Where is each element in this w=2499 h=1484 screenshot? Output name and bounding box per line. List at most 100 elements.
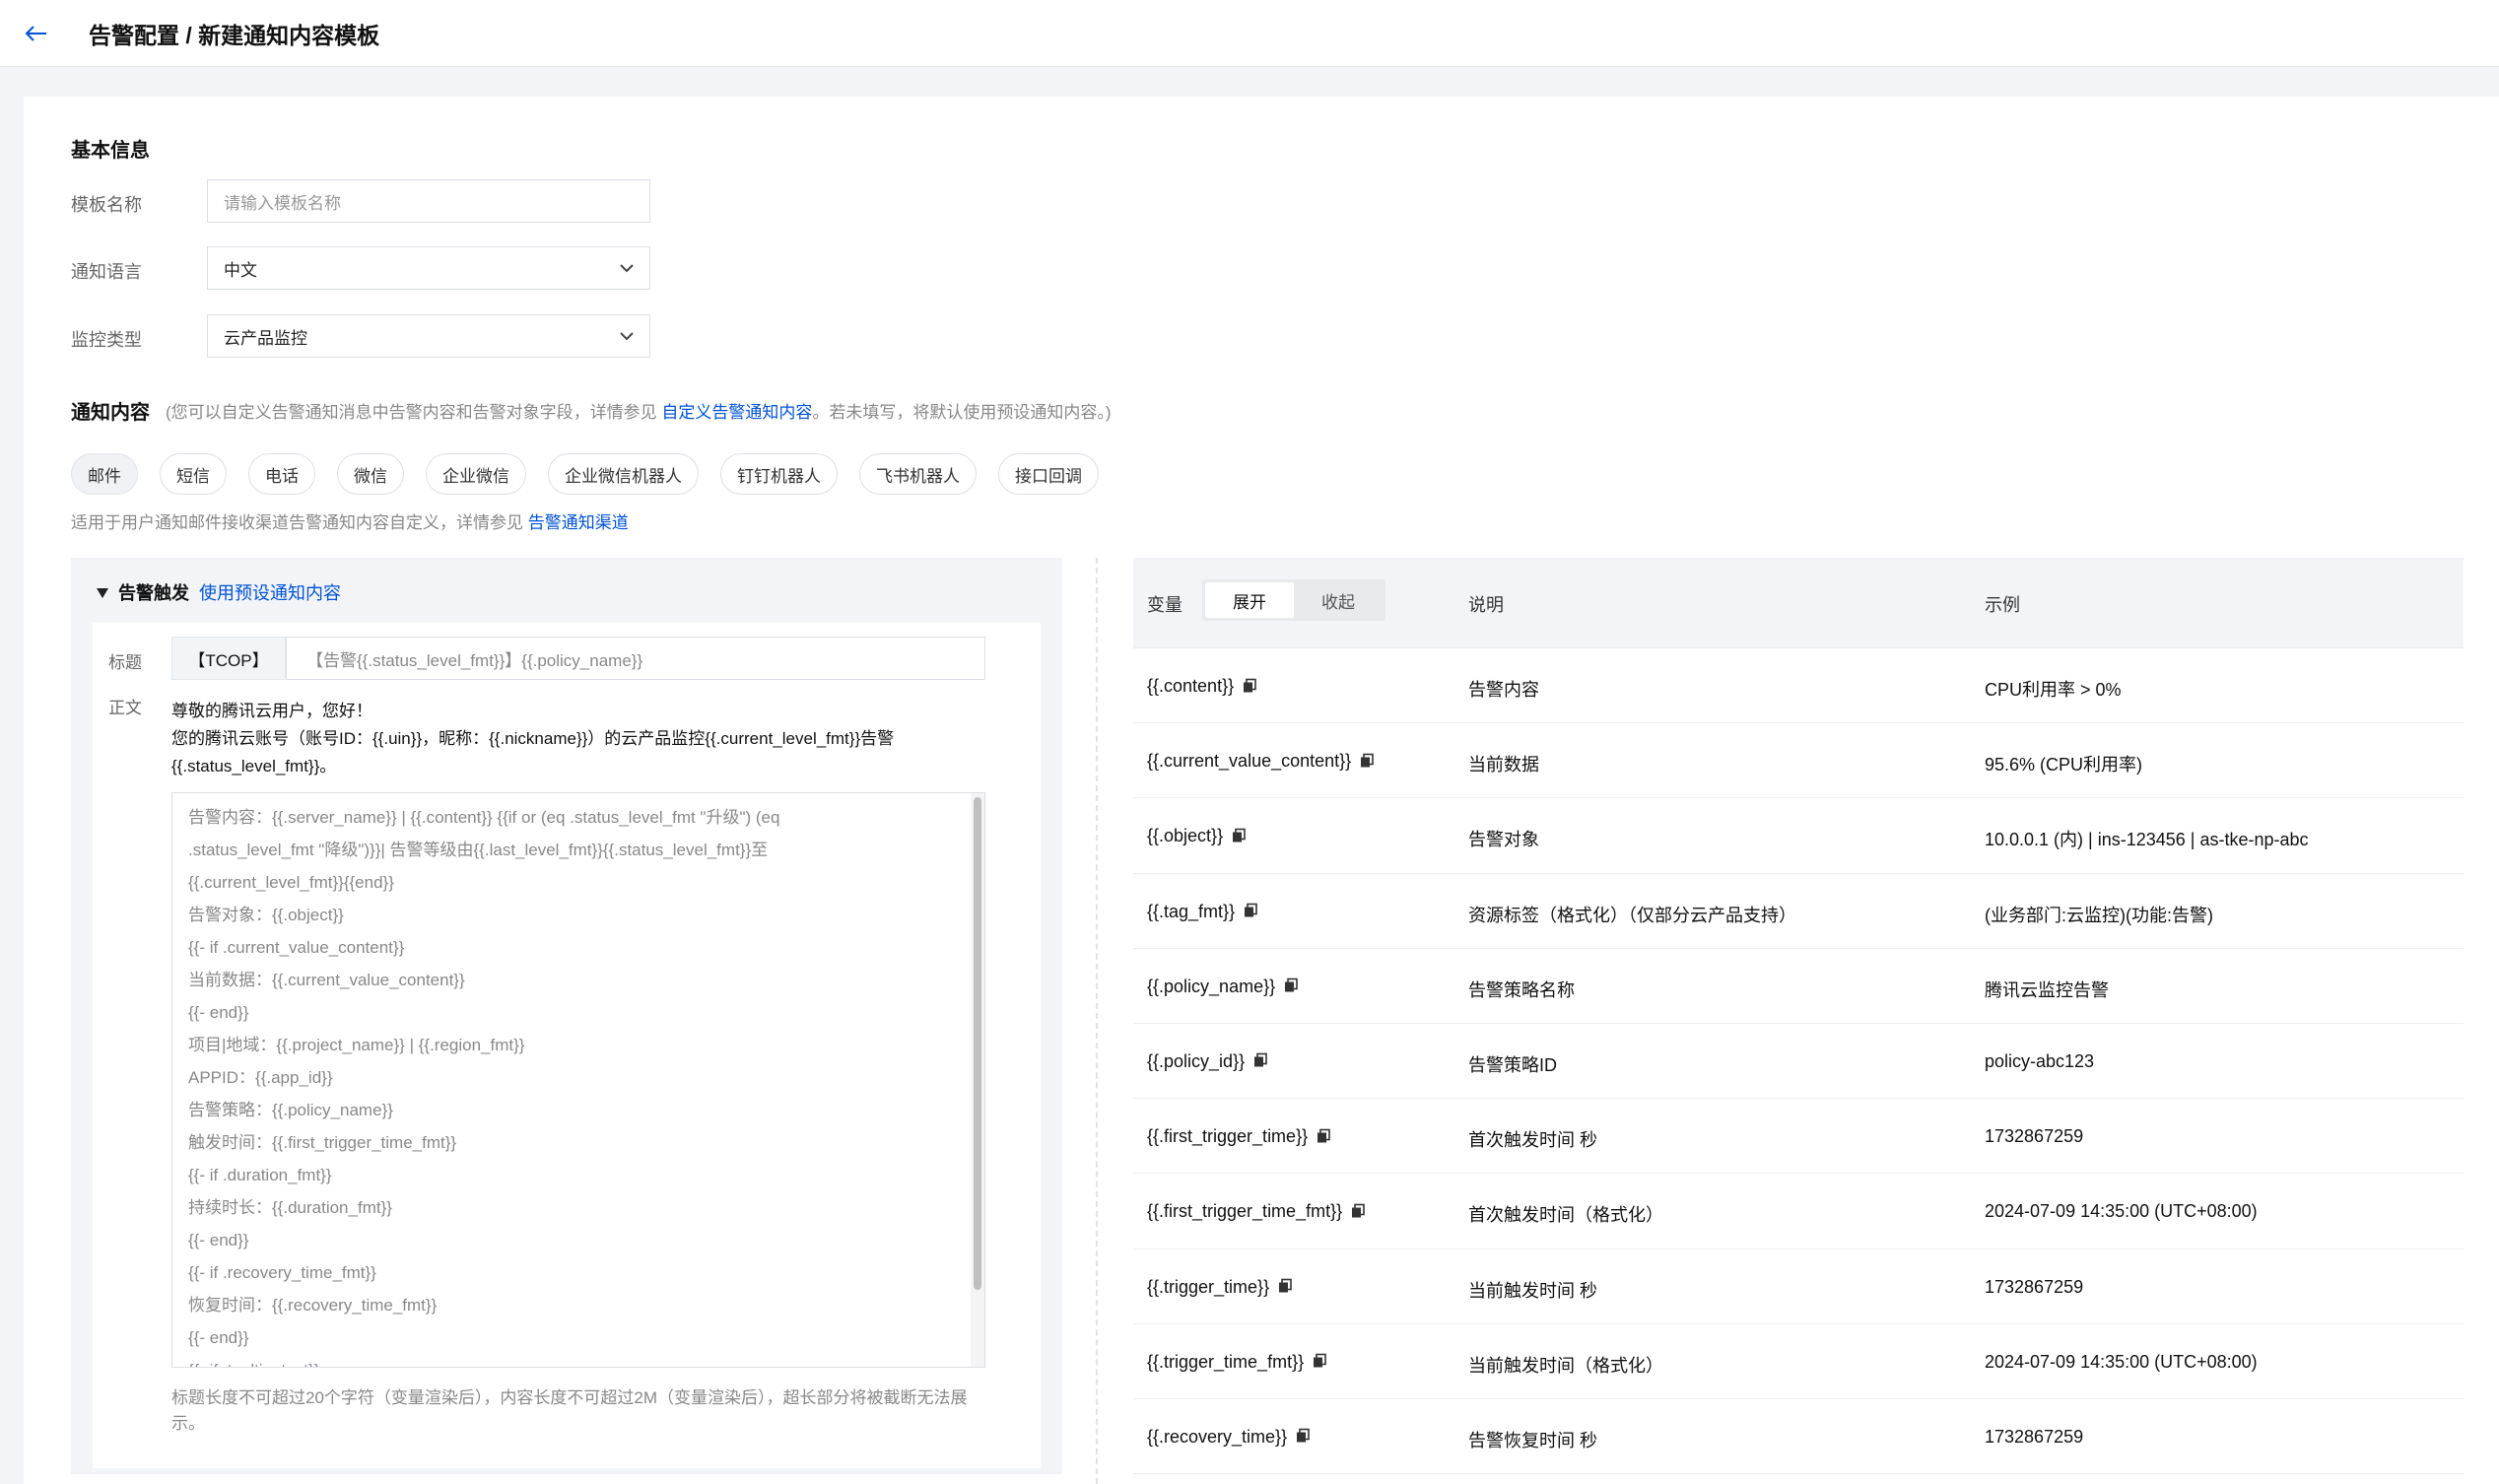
copy-icon[interactable]: [1252, 1052, 1270, 1070]
body-line: {{- end}}: [188, 1231, 249, 1249]
greeting-line: 尊敬的腾讯云用户，您好！: [171, 702, 372, 720]
account-line: 您的腾讯云账号（账号ID：{{.uin}}，昵称：{{.nickname}}）的…: [171, 729, 895, 776]
variable-cell: {{.policy_id}}: [1147, 1051, 1270, 1072]
body-line: {{- if .recovery_time_fmt}}: [188, 1263, 376, 1282]
variable-cell: {{.object}}: [1147, 826, 1249, 846]
variable-example: 1732867259: [1985, 1426, 2084, 1447]
tab-dingtalk-bot[interactable]: 钉钉机器人: [720, 453, 838, 495]
tab-feishu-bot[interactable]: 飞书机器人: [859, 453, 977, 495]
copy-icon[interactable]: [1350, 1203, 1368, 1221]
body-line: {{- if .duration_fmt}}: [188, 1166, 332, 1184]
notify-channel-link[interactable]: 告警通知渠道: [528, 513, 629, 532]
custom-notify-link[interactable]: 自定义告警通知内容: [661, 403, 812, 422]
body-label: 正文: [108, 699, 142, 717]
variable-description: 告警策略名称: [1468, 979, 1575, 1000]
variable-description: 当前触发时间 秒: [1468, 1280, 1598, 1301]
variable-description: 资源标签（格式化）（仅部分云产品支持）: [1468, 905, 1796, 925]
tab-sms[interactable]: 短信: [160, 453, 227, 495]
scrollbar[interactable]: [971, 793, 984, 1367]
language-label: 通知语言: [71, 262, 142, 282]
expand-button[interactable]: 展开: [1205, 582, 1294, 618]
desc-suffix: 。若未填写，将默认使用预设通知内容。): [812, 403, 1112, 422]
copy-icon[interactable]: [1295, 1428, 1313, 1446]
copy-icon[interactable]: [1242, 678, 1259, 696]
variable-description: 告警策略ID: [1468, 1054, 1557, 1075]
variable-description: 首次触发时间（格式化）: [1468, 1205, 1663, 1226]
title-input[interactable]: 【告警{{.status_level_fmt}}】{{.policy_name}…: [286, 637, 985, 680]
template-name-input[interactable]: 请输入模板名称: [207, 179, 650, 223]
body-line: 告警内容：{{.server_name}} | {{.content}} {{i…: [188, 808, 780, 827]
copy-icon[interactable]: [1283, 978, 1301, 995]
tab-phone[interactable]: 电话: [248, 453, 315, 495]
body-line: 恢复时间：{{.recovery_time_fmt}}: [188, 1296, 438, 1315]
body-line: {{- end}}: [188, 1003, 249, 1022]
table-row: {{.first_trigger_time_fmt}} 首次触发时间（格式化） 20…: [1133, 1174, 2464, 1249]
variable-cell: {{.policy_name}}: [1147, 977, 1301, 997]
notify-description: (您可以自定义告警通知消息中告警内容和告警对象字段，详情参见 自定义告警通知内容…: [166, 398, 1112, 423]
back-arrow-icon[interactable]: [20, 17, 53, 50]
variable-cell: {{.current_value_content}}: [1147, 751, 1377, 772]
variable-name: {{.tag_fmt}}: [1147, 901, 1236, 921]
monitor-type-select[interactable]: 云产品监控: [207, 314, 650, 358]
tab-wechat[interactable]: 微信: [337, 453, 404, 495]
variable-description: 当前数据: [1468, 755, 1539, 776]
variable-cell: {{.recovery_time}}: [1147, 1427, 1313, 1448]
body-line: 触发时间：{{.first_trigger_time_fmt}}: [188, 1133, 457, 1152]
body-line: 项目|地域：{{.project_name}} | {{.region_fmt}…: [188, 1036, 525, 1054]
variable-example: policy-abc123: [1985, 1050, 2095, 1071]
top-bar: 告警配置 / 新建通知内容模板: [0, 0, 2499, 67]
table-row: {{.policy_name}} 告警策略名称 腾讯云监控告警: [1133, 949, 2464, 1024]
table-row: {{.object}} 告警对象 10.0.0.1 (内) | ins-123456…: [1133, 798, 2464, 874]
variable-example: 10.0.0.1 (内) | ins-123456 | as-tke-np-ab…: [1985, 830, 2309, 850]
variable-example: 腾讯云监控告警: [1985, 979, 2109, 1000]
notify-content-title: 通知内容: [71, 402, 150, 424]
tab-wecom-bot[interactable]: 企业微信机器人: [548, 453, 699, 495]
body-line: .status_level_fmt "降级")}}| 告警等级由{{.last_…: [188, 841, 769, 859]
desc-prefix: (您可以自定义告警通知消息中告警内容和告警对象字段，详情参见: [166, 403, 662, 422]
dashed-divider: [1096, 558, 1098, 1484]
copy-icon[interactable]: [1231, 828, 1249, 845]
editor-box: 标题 【TCOP】 【告警{{.status_level_fmt}}】{{.po…: [93, 623, 1041, 1468]
language-value: 中文: [224, 260, 257, 280]
monitor-type-value: 云产品监控: [224, 328, 307, 348]
tab-email[interactable]: 邮件: [71, 453, 138, 495]
caret-down-icon[interactable]: [97, 582, 108, 603]
copy-icon[interactable]: [1316, 1128, 1333, 1146]
col-example: 示例: [1985, 595, 2020, 615]
collapse-button[interactable]: 收起: [1294, 582, 1383, 618]
title-prefix: 【TCOP】: [171, 637, 286, 680]
table-row: {{.recovery_time}} 告警恢复时间 秒 1732867259: [1133, 1399, 2464, 1475]
body-line: 告警策略：{{.policy_name}}: [188, 1101, 393, 1119]
variable-example: CPU利用率 > 0%: [1985, 680, 2122, 700]
tab-wecom[interactable]: 企业微信: [426, 453, 526, 495]
hint-prefix: 适用于用户通知邮件接收渠道告警通知内容自定义，详情参见: [71, 513, 528, 532]
variable-name: {{.current_value_content}}: [1147, 751, 1352, 772]
body-line: 告警对象：{{.object}}: [188, 906, 344, 924]
variable-cell: {{.tag_fmt}}: [1147, 902, 1260, 922]
length-hint: 标题长度不可超过20个字符（变量渲染后），内容长度不可超过2M（变量渲染后），超…: [171, 1388, 968, 1433]
variable-description: 当前触发时间（格式化）: [1468, 1355, 1663, 1376]
language-select[interactable]: 中文: [207, 246, 650, 290]
variable-name: {{.first_trigger_time}}: [1147, 1126, 1309, 1147]
use-preset-link[interactable]: 使用预设通知内容: [199, 579, 341, 605]
variable-description: 告警内容: [1468, 680, 1539, 700]
copy-icon[interactable]: [1243, 903, 1260, 920]
body-line: {{- if .current_value_content}}: [188, 938, 405, 957]
scrollbar-thumb[interactable]: [974, 797, 981, 1290]
template-name-label: 模板名称: [71, 195, 142, 215]
variable-description: 告警恢复时间 秒: [1468, 1430, 1598, 1450]
copy-icon[interactable]: [1312, 1353, 1329, 1371]
copy-icon[interactable]: [1277, 1278, 1295, 1296]
trigger-section-title: 告警触发: [118, 583, 189, 603]
variables-header: 变量 展开 收起 说明 示例: [1133, 558, 2464, 648]
body-textarea[interactable]: 告警内容：{{.server_name}} | {{.content}} {{i…: [171, 792, 985, 1368]
variable-example: 2024-07-09 14:35:00 (UTC+08:00): [1985, 1351, 2258, 1372]
channel-hint: 适用于用户通知邮件接收渠道告警通知内容自定义，详情参见 告警通知渠道: [71, 508, 629, 533]
variable-cell: {{.first_trigger_time_fmt}}: [1147, 1201, 1368, 1222]
copy-icon[interactable]: [1359, 753, 1377, 771]
body-static-text: 尊敬的腾讯云用户，您好！ 您的腾讯云账号（账号ID：{{.uin}}，昵称：{{…: [171, 698, 999, 780]
table-row: {{.first_trigger_time}} 首次触发时间 秒 173286725…: [1133, 1099, 2464, 1175]
body-line: {{.current_level_fmt}}{{end}}: [188, 873, 394, 892]
tab-callback[interactable]: 接口回调: [998, 453, 1099, 495]
basic-info-title: 基本信息: [71, 140, 150, 162]
